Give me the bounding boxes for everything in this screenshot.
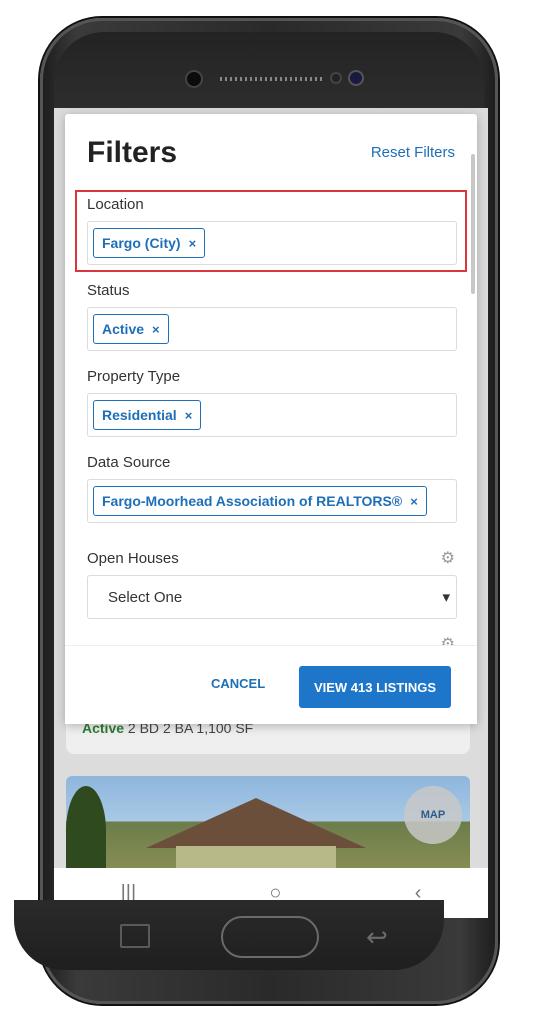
property-type-chip[interactable]: Residential × [93,400,202,430]
location-input[interactable]: Fargo (City) × [87,221,457,265]
view-listings-button[interactable]: VIEW 413 LISTINGS [299,666,451,708]
hardware-back-icon[interactable]: ↩ [366,922,388,953]
open-houses-select-value: Select One [108,588,183,606]
caret-down-icon: ▾ [442,589,450,606]
close-icon[interactable]: × [152,322,160,337]
property-type-label: Property Type [87,368,181,385]
data-source-chip-label: Fargo-Moorhead Association of REALTORS® [102,493,403,509]
open-houses-label: Open Houses [87,550,179,567]
status-label: Status [87,282,130,299]
location-chip[interactable]: Fargo (City) × [93,228,206,258]
front-camera [187,72,201,86]
filters-modal: Filters Reset Filters Location Fargo (Ci… [65,114,477,724]
light-sensor [350,72,362,84]
photo-tree [66,786,106,876]
data-source-label: Data Source [87,454,171,471]
status-chip-label: Active [102,321,145,337]
phone-screen: Active 2 BD 2 BA 1,100 SF MAP Filters Re… [54,108,488,918]
photo-roof [146,798,366,848]
data-source-input[interactable]: Fargo-Moorhead Association of REALTORS® … [87,479,457,523]
location-label: Location [87,196,144,213]
property-type-chip-label: Residential [102,407,177,423]
property-type-input[interactable]: Residential × [87,393,457,437]
map-icon-label: MAP [420,809,446,821]
location-filter: Location Fargo (City) × [87,196,457,265]
location-chip-label: Fargo (City) [102,235,181,251]
hardware-home-button[interactable] [221,916,319,958]
map-button[interactable]: MAP [404,786,462,844]
hardware-recent-icon[interactable] [120,924,150,948]
close-icon[interactable]: × [410,494,418,509]
status-filter: Status Active × [87,282,457,351]
status-input[interactable]: Active × [87,307,457,351]
modal-title: Filters [87,136,178,169]
close-icon[interactable]: × [185,408,193,423]
open-houses-filter: Open Houses Select One ▾ [87,550,457,619]
open-houses-select[interactable]: Select One ▾ [87,575,457,619]
close-icon[interactable]: × [189,236,197,251]
proximity-sensor [332,74,340,82]
modal-scrollbar[interactable] [471,154,475,294]
cancel-button[interactable]: CANCEL [211,676,265,691]
status-chip[interactable]: Active × [93,314,169,344]
data-source-chip[interactable]: Fargo-Moorhead Association of REALTORS® … [93,486,427,516]
modal-footer: CANCEL VIEW 413 LISTINGS [65,645,477,724]
listing-photo[interactable]: MAP [66,776,470,876]
property-type-filter: Property Type Residential × [87,368,457,437]
reset-filters-link[interactable]: Reset Filters [371,144,455,161]
data-source-filter: Data Source Fargo-Moorhead Association o… [87,454,457,523]
earpiece-speaker [220,77,324,81]
